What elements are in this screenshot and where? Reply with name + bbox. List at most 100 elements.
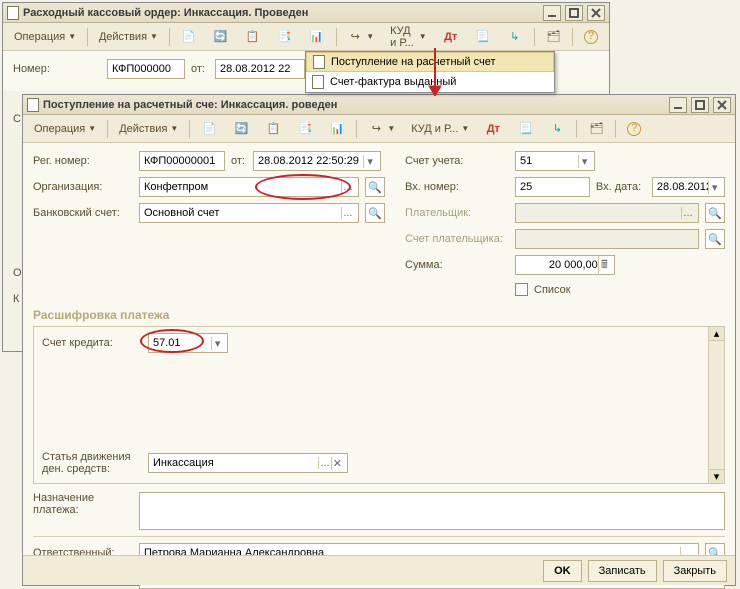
payer-field: ...: [515, 203, 699, 223]
tool-icon[interactable]: ↳: [542, 118, 572, 140]
regnum-field[interactable]: [139, 151, 225, 171]
doc-icon: [312, 75, 324, 89]
search-button[interactable]: 🔍: [705, 229, 725, 249]
minimize-button[interactable]: [543, 5, 561, 21]
close-button[interactable]: [713, 97, 731, 113]
regnum-label: Рег. номер:: [33, 155, 133, 167]
ot-label: от:: [231, 155, 247, 167]
tool-icon[interactable]: 📄: [174, 26, 204, 48]
tool-icon[interactable]: 📋: [238, 26, 268, 48]
tool-icon[interactable]: 📊: [322, 118, 352, 140]
actions-menu[interactable]: Действия▼: [112, 118, 185, 140]
scroll-up-icon[interactable]: ▴: [709, 327, 724, 341]
acct-field[interactable]: ▾: [515, 151, 595, 171]
search-button[interactable]: 🔍: [365, 203, 385, 223]
win2-titlebar: Поступление на расчетный сче: Инкассация…: [23, 95, 735, 115]
maximize-button[interactable]: [691, 97, 709, 113]
vnum-label: Вх. номер:: [405, 181, 509, 193]
purpose-field[interactable]: [139, 492, 725, 530]
ok-button[interactable]: OK: [543, 560, 582, 582]
regdate-field[interactable]: ▾: [253, 151, 381, 171]
minimize-button[interactable]: [669, 97, 687, 113]
doc-icon: [27, 98, 39, 112]
chevron-down-icon[interactable]: ▾: [211, 337, 223, 350]
number-field[interactable]: [107, 59, 185, 79]
win2-toolbar: Операция▼ Действия▼ 📄 🔄 📋 📑 📊 ↪▼ КУД и Р…: [23, 115, 735, 143]
calc-icon[interactable]: 🖩: [598, 256, 610, 275]
cut-label: К: [13, 293, 19, 305]
cut-label: С: [13, 113, 21, 125]
list-label: Список: [534, 284, 571, 296]
tool-icon[interactable]: 📑: [290, 118, 320, 140]
tool-icon[interactable]: 🔄: [226, 118, 256, 140]
kud-menu[interactable]: КУД и Р...▼: [404, 118, 476, 140]
payeracct-field: [515, 229, 699, 249]
cashflow-label: Статья движенияден. средств:: [42, 451, 142, 475]
win1-titlebar: Расходный кассовый ордер: Инкассация. Пр…: [3, 3, 609, 23]
help-button[interactable]: ?: [620, 118, 648, 140]
tool-icon[interactable]: 🔄: [206, 26, 236, 48]
tool-icon[interactable]: Дт: [478, 118, 508, 140]
list-checkbox[interactable]: [515, 283, 528, 296]
create-based-on-menu[interactable]: ↪▼: [361, 118, 402, 140]
section-title: Расшифровка платежа: [33, 308, 725, 322]
tool-icon[interactable]: 🗂: [581, 118, 611, 140]
create-based-on-menu[interactable]: ↪▼: [340, 26, 381, 48]
tool-icon[interactable]: 📃: [468, 26, 498, 48]
footer: OK Записать Закрыть: [23, 555, 735, 585]
tool-icon[interactable]: ↳: [500, 26, 530, 48]
date-field[interactable]: [215, 59, 305, 79]
sum-label: Сумма:: [405, 259, 509, 271]
tool-icon[interactable]: 📄: [194, 118, 224, 140]
payer-label: Плательщик:: [405, 207, 509, 219]
search-button[interactable]: 🔍: [705, 203, 725, 223]
bank-field[interactable]: ...: [139, 203, 359, 223]
vdate-label: Вх. дата:: [596, 181, 646, 193]
actions-menu[interactable]: Действия▼: [92, 26, 165, 48]
help-button[interactable]: ?: [577, 26, 605, 48]
search-button[interactable]: 🔍: [365, 177, 385, 197]
select-icon[interactable]: ...: [341, 207, 354, 219]
annotation-arrow-icon: [426, 48, 444, 99]
close-button[interactable]: [587, 5, 605, 21]
scrollbar[interactable]: ▴ ▾: [708, 327, 724, 483]
select-icon: ...: [681, 207, 694, 219]
credit-field[interactable]: ▾: [148, 333, 228, 353]
tool-icon[interactable]: 📊: [302, 26, 332, 48]
doc-icon: [313, 55, 325, 69]
tool-icon[interactable]: 📃: [510, 118, 540, 140]
cut-label: О: [13, 267, 22, 279]
kud-menu[interactable]: КУД и Р...▼: [383, 26, 434, 48]
payeracct-label: Счет плательщика:: [405, 233, 509, 245]
tool-icon[interactable]: 📑: [270, 26, 300, 48]
maximize-button[interactable]: [565, 5, 583, 21]
win1-title: Расходный кассовый ордер: Инкассация. Пр…: [23, 7, 539, 19]
purpose-label: Назначениеплатежа:: [33, 492, 133, 516]
date-picker-icon[interactable]: ▾: [363, 155, 376, 168]
select-icon[interactable]: ...: [318, 457, 330, 469]
tool-icon[interactable]: Дт: [436, 26, 466, 48]
save-button[interactable]: Записать: [588, 560, 657, 582]
scroll-down-icon[interactable]: ▾: [709, 469, 724, 483]
win1-toolbar: Операция▼ Действия▼ 📄 🔄 📋 📑 📊 ↪▼ КУД и Р…: [3, 23, 609, 51]
org-field[interactable]: ...: [139, 177, 359, 197]
vdate-field[interactable]: ▾: [652, 177, 725, 197]
select-icon[interactable]: ...: [341, 181, 354, 193]
operation-menu[interactable]: Операция▼: [7, 26, 83, 48]
acct-label: Счет учета:: [405, 155, 509, 167]
cashflow-field[interactable]: ...✕: [148, 453, 348, 473]
close-button[interactable]: Закрыть: [663, 560, 727, 582]
sum-field[interactable]: 🖩: [515, 255, 615, 275]
win2-title: Поступление на расчетный сче: Инкассация…: [43, 99, 665, 111]
tool-icon[interactable]: 📋: [258, 118, 288, 140]
clear-icon[interactable]: ✕: [331, 457, 343, 470]
chevron-down-icon[interactable]: ▾: [578, 155, 590, 168]
number-label: Номер:: [13, 63, 101, 75]
credit-label: Счет кредита:: [42, 337, 142, 349]
date-picker-icon[interactable]: ▾: [708, 181, 720, 194]
vnum-field[interactable]: [515, 177, 590, 197]
tool-icon[interactable]: 🗂: [538, 26, 568, 48]
operation-menu[interactable]: Операция▼: [27, 118, 103, 140]
org-label: Организация:: [33, 181, 133, 193]
doc-icon: [7, 6, 19, 20]
